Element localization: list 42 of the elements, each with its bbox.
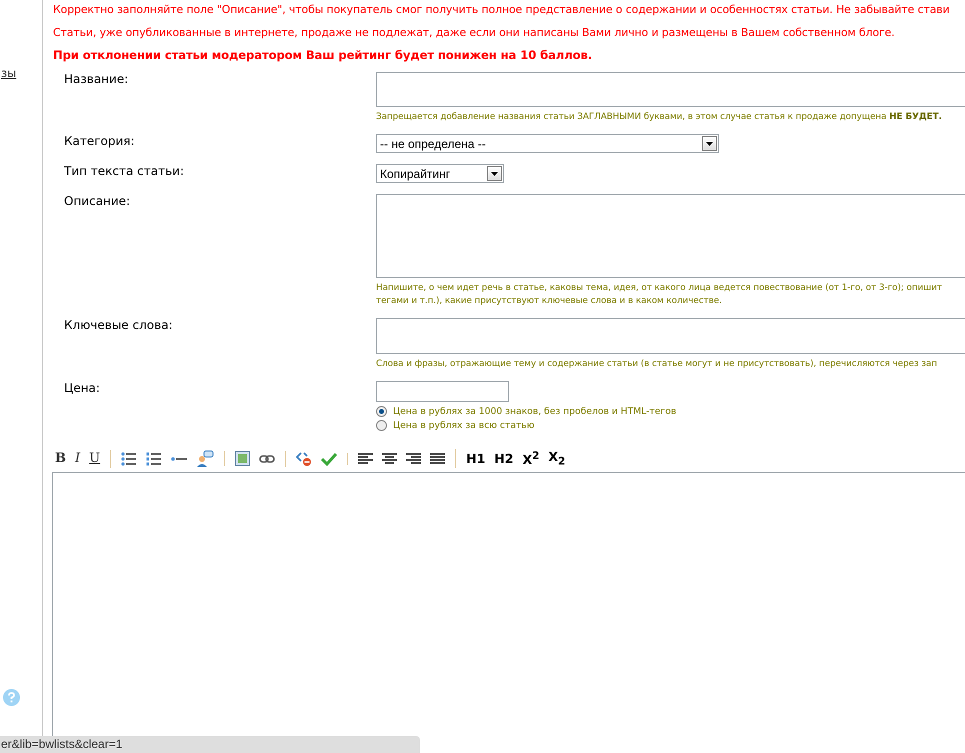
align-right-icon[interactable] xyxy=(406,452,422,464)
format-button[interactable]: I xyxy=(75,451,80,466)
code-remove-icon[interactable] xyxy=(296,450,312,466)
status-bar: er&lib=bwlists&clear=1 xyxy=(0,736,420,753)
input-field[interactable] xyxy=(376,381,509,402)
format-button[interactable]: B xyxy=(55,451,66,466)
dropdown[interactable]: Копирайтинг xyxy=(376,164,504,183)
hint-text: тегами и т.п.), какие присутствуют ключевые слова и в каком количестве. xyxy=(376,295,722,308)
hint-text: Слова и фразы, отражающие тему и содержание статьи (в статье могут и не присутствовать), перечисляются через зап xyxy=(376,358,938,371)
dropdown[interactable]: -- не определена -- xyxy=(376,134,719,153)
align-left-icon[interactable] xyxy=(358,452,374,464)
radio-dot[interactable] xyxy=(376,406,387,417)
justify-icon[interactable] xyxy=(430,452,446,464)
bullet-list-icon[interactable] xyxy=(121,452,138,466)
image-icon[interactable] xyxy=(235,451,250,466)
field-label: Категория: xyxy=(63,134,136,150)
warning-text: При отклонении статьи модератором Ваш рейтинг будет понижен на 10 баллов. xyxy=(53,48,592,63)
sidebar-link[interactable]: зы xyxy=(0,66,16,80)
format-button[interactable]: X$_{2}$ xyxy=(548,449,566,468)
check-icon[interactable] xyxy=(321,452,338,466)
radio-option[interactable]: Цена в рублях за 1000 знаков, без пробелов и HTML-тегов xyxy=(376,406,676,417)
field-label: Тип текста статьи: xyxy=(63,164,186,180)
hint-text: Запрещается добавление названия статьи ЗАГЛАВНЫМИ буквами, в этом случае статья к продаже допущена НЕ БУДЕТ. xyxy=(376,111,942,124)
warning-text: Корректно заполняйте поле "Описание", чтобы покупатель смог получить полное представление о содержании и особенностях статьи. Не забывайте стави xyxy=(53,3,950,18)
format-button[interactable]: U xyxy=(89,451,100,466)
warning-text: Статьи, уже опубликованные в интернете, продаже не подлежат, даже если они написаны Вами лично и размещены в Вашем собственном блоге. xyxy=(53,26,895,41)
input-field[interactable] xyxy=(376,72,965,107)
field-label: Ключевые слова: xyxy=(63,318,174,334)
person-speech-icon[interactable] xyxy=(196,450,214,468)
field-label: Название: xyxy=(63,72,130,88)
radio-option[interactable]: Цена в рублях за всю статью xyxy=(376,420,534,431)
numbered-list-icon[interactable] xyxy=(146,452,162,466)
field-label: Описание: xyxy=(63,194,132,210)
horizontal-rule-icon[interactable] xyxy=(171,456,188,462)
link-icon[interactable] xyxy=(259,454,276,464)
format-button[interactable]: H2 xyxy=(494,451,514,466)
format-button[interactable]: H1 xyxy=(466,451,486,466)
hint-text: Напишите, о чем идет речь в статье, каковы тема, идея, от какого лица ведется повествование (от 1-го, от 3-го); опишит xyxy=(376,282,942,295)
align-center-icon[interactable] xyxy=(382,452,398,464)
radio-dot[interactable] xyxy=(376,420,387,431)
format-button[interactable]: X$^{2}$ xyxy=(522,450,540,468)
field-label: Цена: xyxy=(63,381,101,397)
